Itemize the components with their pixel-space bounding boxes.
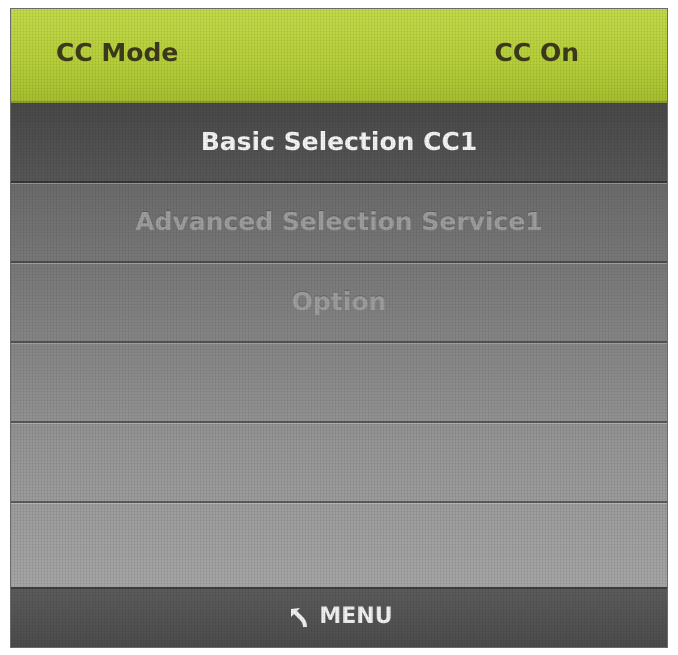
menu-item-advanced-selection[interactable]: Advanced Selection Service1	[11, 183, 667, 263]
menu-item-empty	[11, 503, 667, 583]
status-label: CC On	[494, 38, 579, 67]
footer-bar: MENU	[11, 587, 667, 647]
back-arrow-icon	[285, 604, 311, 630]
mode-label: CC Mode	[56, 38, 179, 67]
header-bar: CC Mode CC On	[11, 9, 667, 103]
menu-list: Basic Selection CC1 Advanced Selection S…	[11, 103, 667, 591]
menu-item-empty	[11, 423, 667, 503]
menu-item-basic-selection[interactable]: Basic Selection CC1	[11, 103, 667, 183]
menu-label: MENU	[319, 604, 393, 629]
menu-back-button[interactable]: MENU	[285, 589, 393, 645]
menu-item-option[interactable]: Option	[11, 263, 667, 343]
osd-screen: CC Mode CC On Basic Selection CC1 Advanc…	[10, 8, 668, 648]
menu-item-empty	[11, 343, 667, 423]
